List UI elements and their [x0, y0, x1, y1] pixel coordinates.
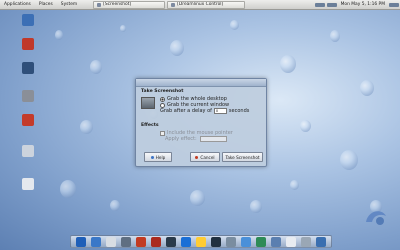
desktop-icon-trash[interactable]	[14, 90, 42, 103]
taskbar-screenshot[interactable]: [Screenshot]	[93, 0, 166, 9]
dock-app-icon[interactable]	[90, 236, 101, 247]
water-drop	[250, 200, 262, 213]
dock-app-icon[interactable]	[210, 236, 221, 247]
dock-app-icon[interactable]	[165, 236, 176, 247]
dock-app-icon[interactable]	[241, 236, 252, 247]
desktop-icon-home[interactable]	[14, 38, 42, 51]
dock-app-icon[interactable]	[256, 236, 267, 247]
cancel-label: Cancel	[200, 154, 215, 160]
camera-icon	[141, 97, 155, 109]
desktop-icon-control[interactable]	[14, 114, 42, 127]
take-screenshot-heading: Take Screenshot	[141, 89, 184, 94]
dock-app-icon[interactable]	[301, 236, 312, 247]
dock-app-icon[interactable]	[225, 236, 236, 247]
application-dock	[70, 235, 332, 248]
desktop-icon-drive[interactable]	[14, 178, 42, 191]
take-screenshot-label: Take Screenshot	[225, 154, 260, 160]
dock-app-icon[interactable]	[150, 236, 161, 247]
dialog-body: Take Screenshot	[141, 89, 262, 96]
task-label: [Dreamlinux Control]	[177, 2, 224, 7]
take-screenshot-button[interactable]: Take Screenshot	[222, 152, 263, 162]
top-panel: Applications Places System [Screenshot] …	[0, 0, 400, 10]
dock-app-icon[interactable]	[75, 236, 86, 247]
control-icon	[171, 2, 176, 7]
effects-heading: Effects	[141, 123, 159, 128]
dreamlinux-logo	[366, 211, 386, 225]
water-drop	[340, 150, 358, 170]
volume-icon[interactable]	[314, 2, 325, 7]
apply-effect-combo[interactable]	[199, 136, 227, 142]
dock-app-icon[interactable]	[316, 236, 327, 247]
menu-system[interactable]: System	[57, 2, 81, 7]
water-drop	[280, 55, 296, 73]
water-drop	[170, 40, 184, 56]
water-drop	[80, 120, 93, 134]
water-drop	[60, 180, 76, 198]
desktop-icon-computer[interactable]	[14, 14, 42, 27]
delay-unit: seconds	[228, 108, 250, 114]
water-drop	[55, 30, 63, 40]
task-label: [Screenshot]	[103, 2, 132, 7]
water-drop	[290, 180, 299, 190]
water-drop	[190, 190, 205, 206]
dock-app-icon[interactable]	[105, 236, 116, 247]
clock[interactable]: Mon May 5, 1:16 PM	[338, 2, 388, 7]
monitor-icon	[22, 14, 34, 26]
include-pointer-checkbox[interactable]	[160, 130, 165, 136]
help-button[interactable]: Help	[144, 152, 172, 162]
desktop-icon-folder[interactable]	[14, 62, 42, 75]
cancel-icon	[195, 155, 199, 159]
dock-app-icon[interactable]	[120, 236, 131, 247]
delay-label: Grab after a delay of	[160, 108, 212, 114]
cancel-button[interactable]: Cancel	[190, 152, 220, 162]
radio-whole-desktop[interactable]	[160, 96, 165, 102]
delay-row: Grab after a delay of 0 seconds	[160, 108, 249, 114]
water-drop	[300, 120, 311, 132]
water-drop	[360, 80, 374, 96]
folder-icon	[22, 62, 34, 74]
network-icon[interactable]	[326, 2, 337, 7]
help-label: Help	[155, 154, 166, 160]
dock-app-icon[interactable]	[286, 236, 297, 247]
water-drop	[110, 200, 120, 211]
system-tray: Mon May 5, 1:16 PM	[314, 2, 400, 7]
delay-spinner[interactable]: 0	[213, 108, 227, 114]
help-icon	[150, 155, 154, 159]
dialog-titlebar[interactable]	[136, 79, 266, 87]
dock-app-icon[interactable]	[135, 236, 146, 247]
water-drop	[330, 30, 340, 42]
trash-icon	[22, 90, 34, 102]
water-drop	[230, 20, 239, 30]
dock-app-icon[interactable]	[180, 236, 191, 247]
taskbar-control[interactable]: [Dreamlinux Control]	[167, 0, 246, 9]
document-icon	[22, 145, 34, 157]
dock-app-icon[interactable]	[271, 236, 282, 247]
radio-current-window[interactable]	[160, 102, 165, 108]
effects-section: Effects Include the mouse pointer Apply …	[141, 123, 233, 142]
dock-app-icon[interactable]	[195, 236, 206, 247]
control-panel-icon	[22, 114, 34, 126]
apply-effect-label: Apply effect:	[165, 136, 197, 142]
home-icon	[22, 38, 34, 50]
grab-options: Grab the whole desktop Grab the current …	[160, 96, 249, 114]
menu-applications[interactable]: Applications	[0, 2, 35, 7]
water-drop	[90, 60, 102, 74]
camera-icon	[97, 2, 102, 7]
screenshot-dialog: Take Screenshot Grab the whole desktop G…	[135, 78, 267, 167]
water-drop	[120, 25, 126, 32]
desktop-icon-document[interactable]	[14, 145, 42, 158]
power-icon[interactable]	[389, 2, 399, 7]
menu-places[interactable]: Places	[35, 2, 57, 7]
apply-effect-row: Apply effect:	[165, 136, 233, 142]
drive-icon	[22, 178, 34, 190]
